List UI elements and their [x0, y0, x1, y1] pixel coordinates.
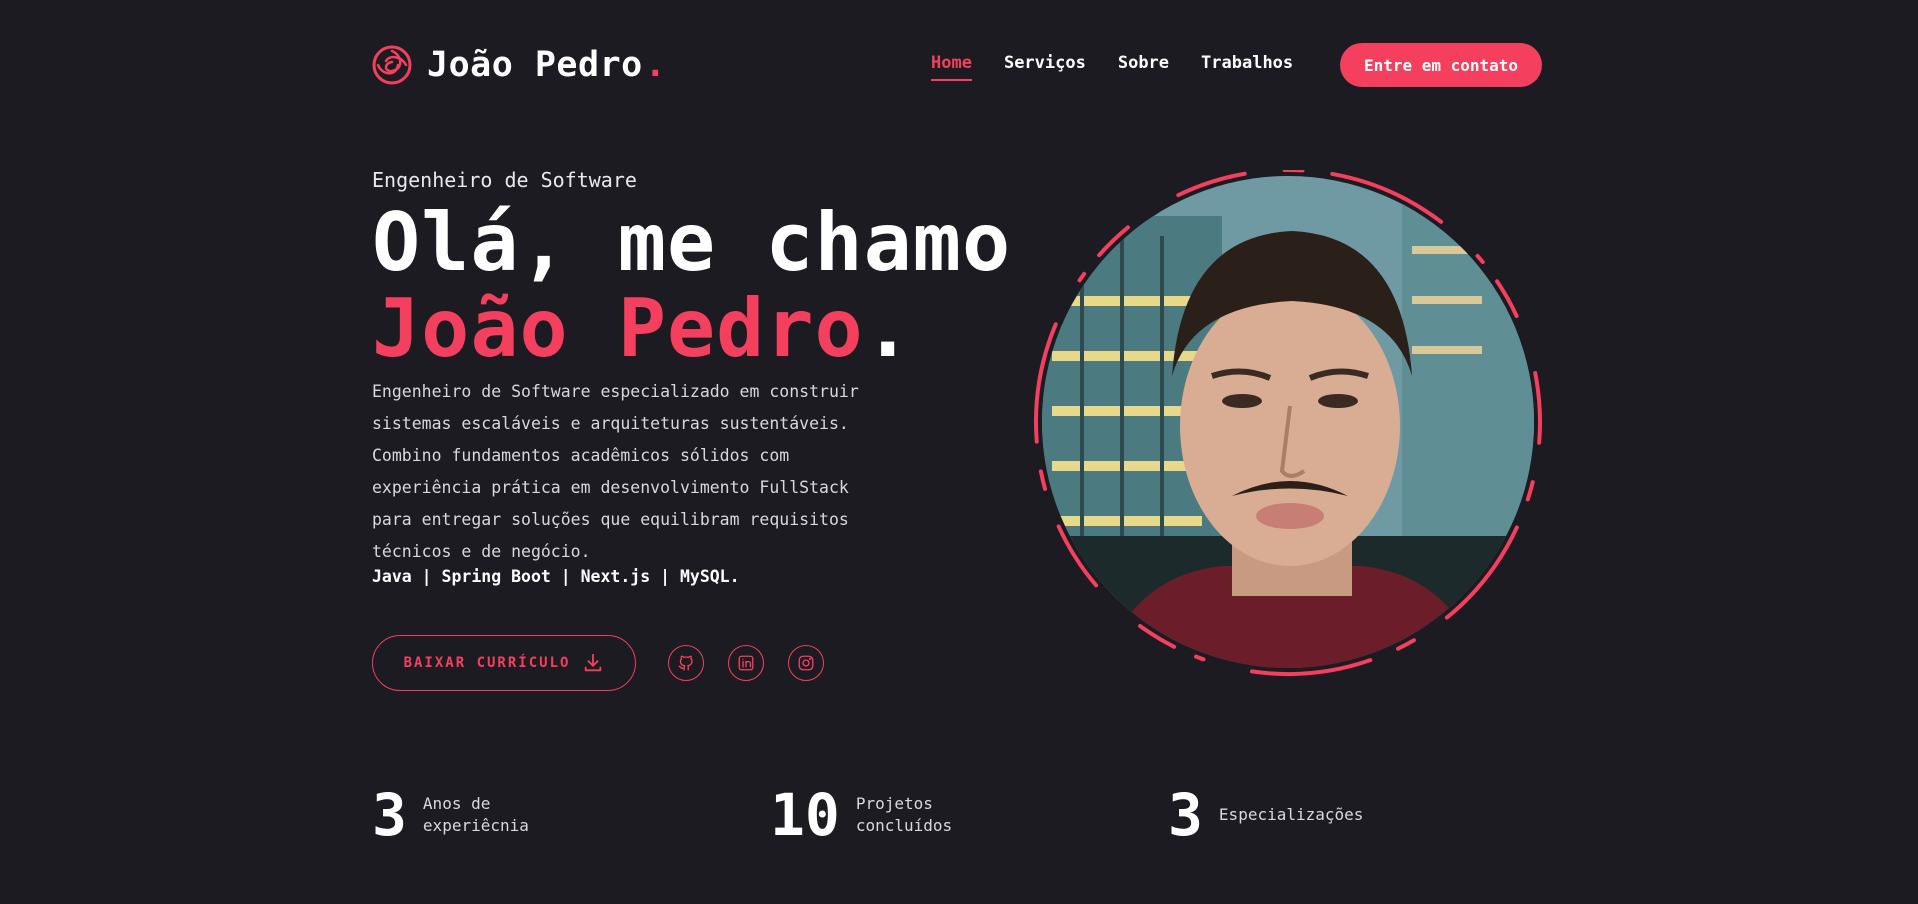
description-line: experiência prática em desenvolvimento F…	[372, 478, 849, 497]
github-link[interactable]	[668, 645, 704, 681]
stat-label: Anos de experiêcnia	[422, 794, 529, 835]
hero-description: Engenheiro de Software especializado em …	[372, 376, 892, 568]
nav-trabalhos[interactable]: Trabalhos	[1201, 53, 1293, 81]
instagram-icon	[798, 655, 814, 671]
tech-stack: Java | Spring Boot | Next.js | MySQL.	[372, 567, 740, 586]
hero-title: Olá, me chamo João Pedro.	[372, 200, 1011, 372]
download-cv-label: BAIXAR CURRÍCULO	[403, 655, 571, 671]
linkedin-link[interactable]	[728, 645, 764, 681]
profile-photo	[1042, 176, 1534, 668]
stat-label: Projetos concluídos	[855, 794, 953, 835]
stat-projects: 10 Projetos concluídos	[770, 782, 952, 848]
contact-button[interactable]: Entre em contato	[1340, 43, 1542, 87]
stat-value: 3	[1168, 781, 1203, 849]
site-header: João Pedro . Home Serviços Sobre Trabalh…	[372, 40, 1542, 90]
description-line: sistemas escaláveis e arquiteturas suste…	[372, 414, 849, 433]
stat-label: Especializações	[1218, 805, 1364, 824]
stat-specializations: 3 Especializações	[1168, 782, 1363, 848]
hero-title-dot: .	[863, 282, 913, 375]
description-line: para entregar soluções que equilibram re…	[372, 510, 849, 529]
spiral-logo-icon	[372, 45, 412, 85]
brand-logo[interactable]: João Pedro .	[372, 45, 666, 85]
nav-home[interactable]: Home	[931, 53, 972, 81]
stat-value: 10	[770, 781, 840, 849]
brand-name: João Pedro	[427, 45, 643, 85]
stat-experience: 3 Anos de experiêcnia	[372, 782, 529, 848]
download-cv-button[interactable]: BAIXAR CURRÍCULO	[372, 635, 636, 691]
hero-title-line1: Olá, me chamo	[372, 196, 1012, 289]
instagram-link[interactable]	[788, 645, 824, 681]
hero-title-name: João Pedro	[372, 282, 864, 375]
portrait-illustration	[1042, 176, 1534, 668]
description-line: Combino fundamentos acadêmicos sólidos c…	[372, 446, 790, 465]
nav-servicos[interactable]: Serviços	[1004, 53, 1086, 81]
linkedin-icon	[738, 655, 754, 671]
profile-photo-frame	[1030, 170, 1550, 690]
social-links	[668, 645, 824, 681]
github-icon	[678, 655, 693, 671]
nav-sobre[interactable]: Sobre	[1118, 53, 1169, 81]
stat-value: 3	[372, 781, 407, 849]
download-icon	[585, 653, 602, 672]
main-nav: Home Serviços Sobre Trabalhos	[931, 53, 1325, 81]
description-line: técnicos e de negócio.	[372, 542, 591, 561]
brand-dot: .	[644, 45, 666, 85]
description-line: Engenheiro de Software especializado em …	[372, 382, 859, 401]
hero-eyebrow: Engenheiro de Software	[372, 168, 637, 192]
